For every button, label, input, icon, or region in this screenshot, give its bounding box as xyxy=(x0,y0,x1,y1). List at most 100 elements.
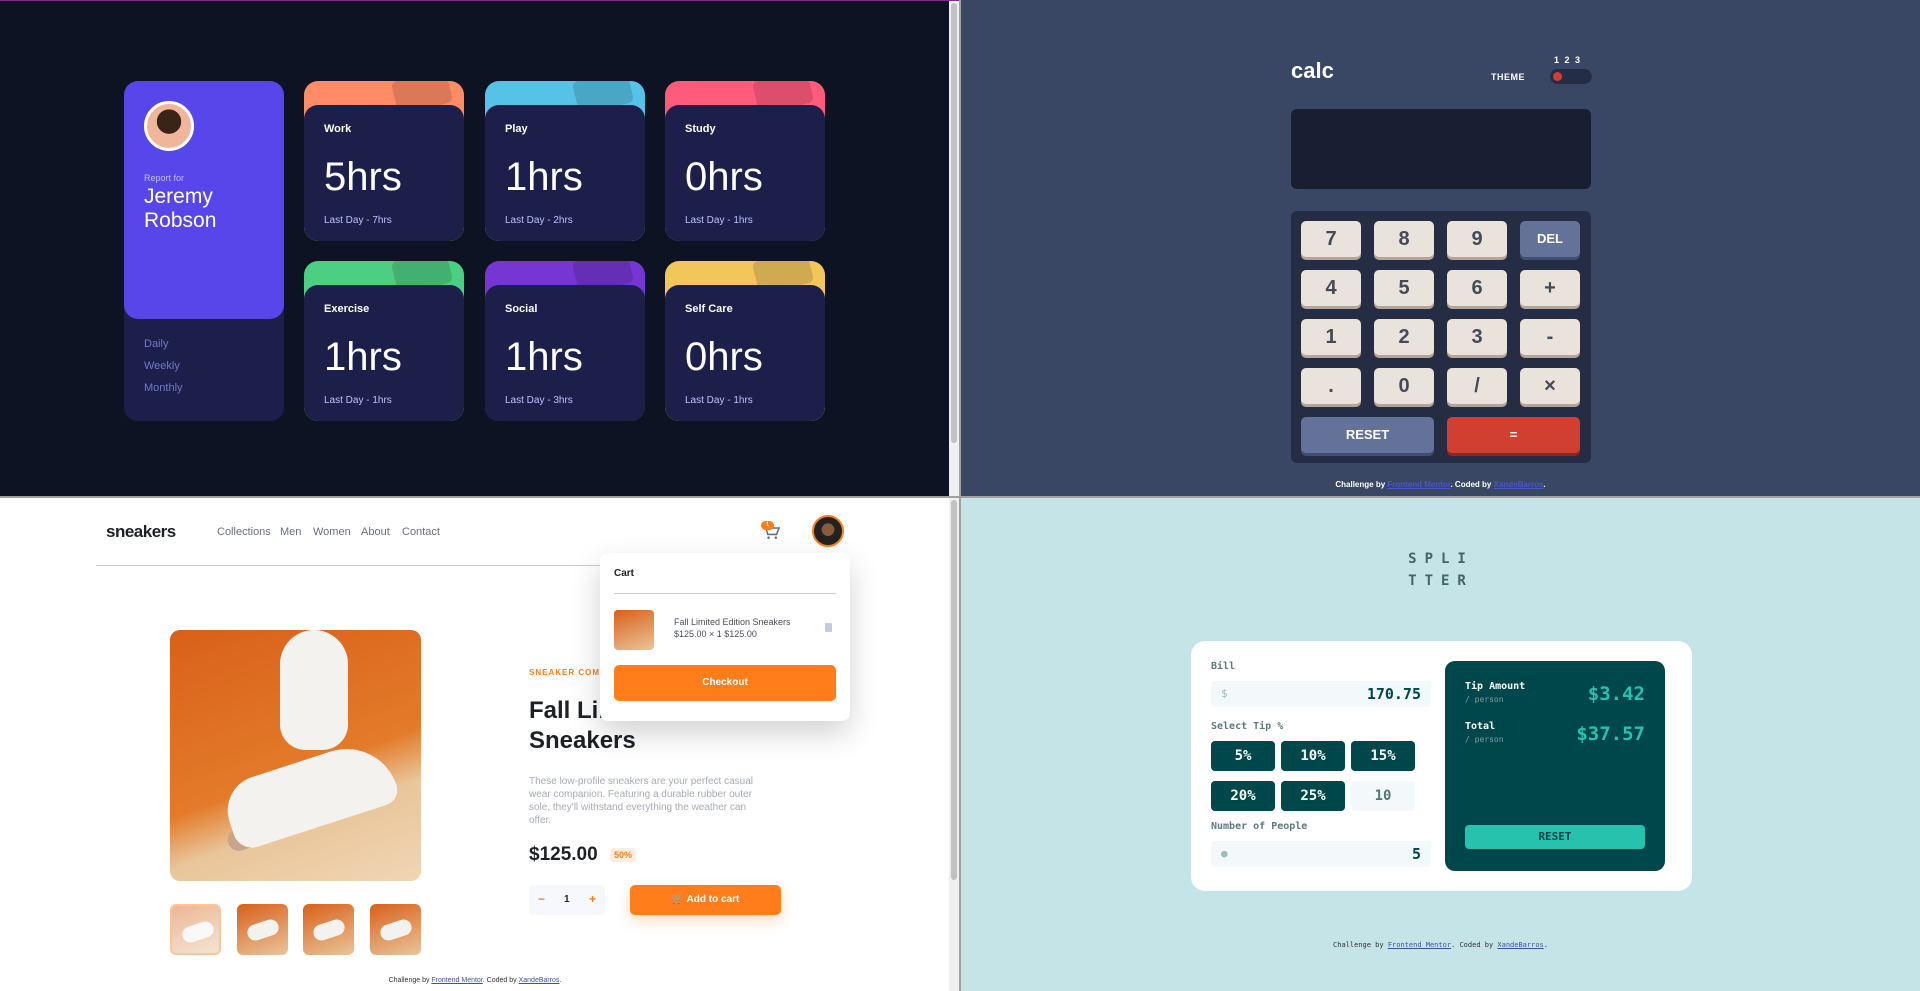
key-minus[interactable]: - xyxy=(1520,319,1580,355)
add-to-cart-button[interactable]: 🛒 Add to cart xyxy=(630,885,781,915)
cart-count-badge: 1 xyxy=(761,521,774,530)
avatar xyxy=(144,101,194,151)
key-multiply[interactable]: × xyxy=(1520,368,1580,404)
card-last-period: Last Day - 7hrs xyxy=(324,215,392,226)
product-thumbnail-2[interactable] xyxy=(237,904,288,955)
key-plus[interactable]: + xyxy=(1520,270,1580,306)
credit-mid: . Coded by xyxy=(1451,941,1498,949)
discount-badge: 50% xyxy=(610,848,637,862)
card-title: Study xyxy=(685,123,716,135)
minus-button[interactable]: − xyxy=(538,892,545,906)
credit-mid: . Coded by xyxy=(482,977,519,984)
attribution: Challenge by Frontend Mentor. Coded by X… xyxy=(0,977,950,984)
author-link[interactable]: XandeBarros xyxy=(1497,941,1543,949)
scrollbar-thumb[interactable] xyxy=(951,3,957,443)
key-1[interactable]: 1 xyxy=(1301,319,1361,355)
activity-card-play: Play 1hrs Last Day - 2hrs xyxy=(485,81,645,241)
product-thumbnail-3[interactable] xyxy=(303,904,354,955)
credit-suffix: . xyxy=(1543,941,1548,949)
key-2[interactable]: 2 xyxy=(1374,319,1434,355)
author-link[interactable]: XandeBarros xyxy=(1494,480,1544,489)
key-0[interactable]: 0 xyxy=(1374,368,1434,404)
card-body: Study 0hrs Last Day - 1hrs xyxy=(665,105,825,241)
delete-icon[interactable] xyxy=(825,623,832,632)
key-del[interactable]: DEL xyxy=(1520,221,1580,257)
period-weekly[interactable]: Weekly xyxy=(144,360,180,372)
tip-20-button[interactable]: 20% xyxy=(1211,781,1275,811)
cart-item-thumbnail xyxy=(614,610,654,650)
scrollbar[interactable] xyxy=(949,498,959,991)
bill-value: 170.75 xyxy=(1366,685,1421,703)
theme-toggle[interactable] xyxy=(1550,69,1592,84)
logo-line-2: TTER xyxy=(1408,573,1474,589)
card-body: Self Care 0hrs Last Day - 1hrs xyxy=(665,285,825,421)
bill-input[interactable]: $ 170.75 xyxy=(1211,681,1431,707)
product-price: $125.00 xyxy=(529,844,598,865)
profile-card: Report for Jeremy Robson Daily Weekly Mo… xyxy=(124,81,284,421)
period-monthly[interactable]: Monthly xyxy=(144,382,183,394)
product-description: These low-profile sneakers are your perf… xyxy=(529,776,753,826)
card-body: Work 5hrs Last Day - 7hrs xyxy=(304,105,464,241)
cart-divider xyxy=(614,593,836,594)
key-7[interactable]: 7 xyxy=(1301,221,1361,257)
nav-collections[interactable]: Collections xyxy=(217,526,271,538)
frontend-mentor-link[interactable]: Frontend Mentor xyxy=(1387,480,1450,489)
checkout-button[interactable]: Checkout xyxy=(614,665,836,701)
author-link[interactable]: XandeBarros xyxy=(519,977,560,984)
activity-card-social: Social 1hrs Last Day - 3hrs xyxy=(485,261,645,421)
quantity-stepper: − 1 + xyxy=(529,885,605,915)
scrollbar-thumb[interactable] xyxy=(951,500,957,880)
nav-women[interactable]: Women xyxy=(313,526,351,538)
key-8[interactable]: 8 xyxy=(1374,221,1434,257)
tip-5-button[interactable]: 5% xyxy=(1211,741,1275,771)
user-avatar[interactable] xyxy=(812,515,844,547)
attribution: Challenge by Frontend Mentor. Coded by X… xyxy=(961,941,1920,949)
people-input[interactable]: ● 5 xyxy=(1211,841,1431,867)
profile-header: Report for Jeremy Robson xyxy=(124,81,284,319)
card-body: Play 1hrs Last Day - 2hrs xyxy=(485,105,645,241)
card-body: Exercise 1hrs Last Day - 1hrs xyxy=(304,285,464,421)
product-main-image[interactable] xyxy=(170,630,421,881)
key-equals[interactable]: = xyxy=(1447,417,1580,453)
calculator-card: Bill $ 170.75 Select Tip % 5% 10% 15% 20… xyxy=(1191,641,1692,891)
tip-25-button[interactable]: 25% xyxy=(1281,781,1345,811)
key-reset[interactable]: RESET xyxy=(1301,417,1434,453)
card-title: Social xyxy=(505,303,538,315)
calculator-pane: calc THEME 1 2 3 7 8 9 DEL 4 5 6 + 1 2 3… xyxy=(961,0,1920,496)
frontend-mentor-link[interactable]: Frontend Mentor xyxy=(431,977,482,984)
thumb-shoe-shape xyxy=(180,919,216,945)
card-title: Work xyxy=(324,123,352,135)
custom-tip-input[interactable]: 10 xyxy=(1351,781,1415,811)
product-thumbnail-4[interactable] xyxy=(370,904,421,955)
card-hours: 1hrs xyxy=(505,155,583,199)
nav-about[interactable]: About xyxy=(361,526,390,538)
key-3[interactable]: 3 xyxy=(1447,319,1507,355)
people-label: Number of People xyxy=(1211,821,1308,832)
person-icon: ● xyxy=(1221,847,1228,860)
logo-line-1: SPLI xyxy=(1408,551,1474,567)
theme-toggle-knob xyxy=(1553,72,1562,81)
frontend-mentor-link[interactable]: Frontend Mentor xyxy=(1388,941,1451,949)
total-label: Total xyxy=(1465,721,1496,732)
key-6[interactable]: 6 xyxy=(1447,270,1507,306)
nav-men[interactable]: Men xyxy=(280,526,301,538)
scrollbar[interactable] xyxy=(949,1,959,496)
sneakers-pane: sneakers Collections Men Women About Con… xyxy=(0,498,959,991)
plus-button[interactable]: + xyxy=(589,892,596,906)
theme-label: THEME xyxy=(1491,72,1525,82)
period-daily[interactable]: Daily xyxy=(144,338,168,350)
key-4[interactable]: 4 xyxy=(1301,270,1361,306)
store-logo[interactable]: sneakers xyxy=(106,522,176,542)
key-9[interactable]: 9 xyxy=(1447,221,1507,257)
key-decimal[interactable]: . xyxy=(1301,368,1361,404)
tip-10-button[interactable]: 10% xyxy=(1281,741,1345,771)
reset-button[interactable]: RESET xyxy=(1465,825,1645,849)
time-tracking-pane: Report for Jeremy Robson Daily Weekly Mo… xyxy=(0,0,959,496)
nav-contact[interactable]: Contact xyxy=(402,526,440,538)
cart-title: Cart xyxy=(614,568,635,579)
product-thumbnail-1[interactable] xyxy=(170,904,221,955)
key-divide[interactable]: / xyxy=(1447,368,1507,404)
key-5[interactable]: 5 xyxy=(1374,270,1434,306)
activity-card-exercise: Exercise 1hrs Last Day - 1hrs xyxy=(304,261,464,421)
tip-15-button[interactable]: 15% xyxy=(1351,741,1415,771)
